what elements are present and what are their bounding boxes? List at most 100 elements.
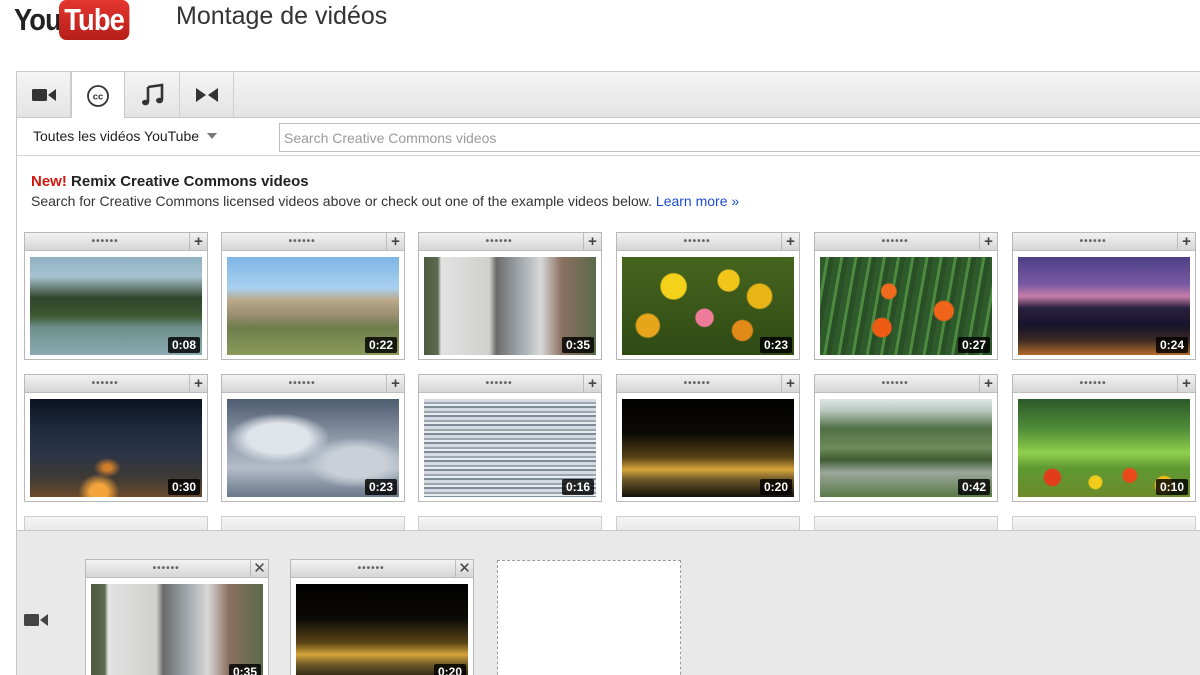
video-thumbnail[interactable]: 0:27	[820, 257, 992, 355]
video-duration: 0:30	[167, 479, 200, 495]
promo-text: Search for Creative Commons licensed vid…	[31, 193, 739, 209]
page-title: Montage de vidéos	[176, 2, 388, 30]
timeline: •••••• ✕ 0:35 •••••• ✕ 0:20	[16, 530, 1200, 675]
drag-handle[interactable]: •••••• +	[25, 233, 207, 251]
logo-tube: Tube	[59, 0, 130, 40]
add-button[interactable]: +	[189, 375, 207, 392]
music-note-icon	[141, 83, 163, 106]
video-thumbnail[interactable]: 0:35	[424, 257, 596, 355]
remove-button[interactable]: ✕	[250, 560, 268, 577]
add-button[interactable]: +	[386, 233, 404, 250]
video-camera-icon	[31, 89, 56, 101]
video-card[interactable]: •••••• + 0:20	[616, 374, 800, 502]
drag-handle[interactable]: •••••• +	[419, 375, 601, 393]
grip-icon: ••••••	[485, 236, 513, 247]
timeline-drop-zone[interactable]	[497, 560, 681, 675]
drag-handle[interactable]: •••••• +	[617, 233, 799, 251]
video-thumbnail[interactable]: 0:20	[622, 399, 794, 497]
video-card[interactable]: •••••• + 0:42	[814, 374, 998, 502]
grip-icon: ••••••	[357, 563, 385, 574]
drag-handle[interactable]: •••••• +	[222, 375, 404, 393]
video-thumbnail[interactable]: 0:35	[91, 584, 263, 675]
video-thumbnail[interactable]: 0:08	[30, 257, 202, 355]
drag-handle[interactable]: •••••• +	[1013, 233, 1195, 251]
video-card-partial[interactable]	[616, 516, 800, 530]
add-button[interactable]: +	[386, 375, 404, 392]
video-duration: 0:35	[561, 337, 594, 353]
drag-handle[interactable]: •••••• +	[1013, 375, 1195, 393]
add-button[interactable]: +	[189, 233, 207, 250]
video-duration: 0:22	[364, 337, 397, 353]
add-button[interactable]: +	[979, 375, 997, 392]
timeline-clip[interactable]: •••••• ✕ 0:35	[85, 559, 269, 675]
video-card-partial[interactable]	[814, 516, 998, 530]
video-card[interactable]: •••••• +0:23	[221, 374, 405, 502]
grip-icon: ••••••	[288, 378, 316, 389]
add-button[interactable]: +	[781, 233, 799, 250]
video-thumbnail[interactable]: 0:23	[227, 399, 399, 497]
video-thumbnail[interactable]: 0:16	[424, 399, 596, 497]
video-thumbnail[interactable]: 0:20	[296, 584, 468, 675]
video-duration: 0:27	[957, 337, 990, 353]
video-card-partial[interactable]	[221, 516, 405, 530]
youtube-logo[interactable]: You Tube	[14, 0, 139, 40]
tab-transitions[interactable]	[180, 72, 234, 118]
video-duration: 0:20	[433, 664, 466, 675]
remove-button[interactable]: ✕	[455, 560, 473, 577]
video-card[interactable]: •••••• + 0:24	[1012, 232, 1196, 360]
caret-down-icon	[207, 133, 218, 139]
video-card[interactable]: •••••• + 0:16	[418, 374, 602, 502]
video-card[interactable]: •••••• +0:27	[814, 232, 998, 360]
grip-icon: ••••••	[91, 378, 119, 389]
drag-handle[interactable]: •••••• ✕	[86, 560, 268, 578]
video-card[interactable]: •••••• +0:08	[24, 232, 208, 360]
drag-handle[interactable]: •••••• ✕	[291, 560, 473, 578]
video-thumbnail[interactable]: 0:10	[1018, 399, 1190, 497]
add-button[interactable]: +	[979, 233, 997, 250]
video-card[interactable]: •••••• + 0:22	[221, 232, 405, 360]
tab-music[interactable]	[126, 72, 180, 118]
video-thumbnail[interactable]: 0:42	[820, 399, 992, 497]
video-card[interactable]: •••••• + 0:23	[616, 232, 800, 360]
grip-icon: ••••••	[91, 236, 119, 247]
promo-heading: Remix Creative Commons videos	[71, 173, 309, 190]
source-dropdown[interactable]: Toutes les vidéos YouTube	[33, 128, 218, 144]
add-button[interactable]: +	[781, 375, 799, 392]
learn-more-link[interactable]: Learn more »	[656, 193, 739, 209]
video-card[interactable]: •••••• +0:35	[418, 232, 602, 360]
video-card[interactable]: •••••• +0:10	[1012, 374, 1196, 502]
timeline-clip[interactable]: •••••• ✕ 0:20	[290, 559, 474, 675]
video-duration: 0:35	[228, 664, 261, 675]
video-thumbnail[interactable]: 0:23	[622, 257, 794, 355]
drag-handle[interactable]: •••••• +	[222, 233, 404, 251]
add-button[interactable]: +	[583, 375, 601, 392]
video-card-partial[interactable]	[24, 516, 208, 530]
grip-icon: ••••••	[1079, 378, 1107, 389]
add-button[interactable]: +	[583, 233, 601, 250]
promo-title: New! Remix Creative Commons videos	[31, 173, 739, 190]
video-thumbnail[interactable]: 0:24	[1018, 257, 1190, 355]
drag-handle[interactable]: •••••• +	[815, 233, 997, 251]
video-thumbnail[interactable]: 0:22	[227, 257, 399, 355]
tab-video[interactable]	[17, 72, 71, 118]
add-button[interactable]: +	[1177, 233, 1195, 250]
svg-text:cc: cc	[93, 91, 104, 102]
drag-handle[interactable]: •••••• +	[419, 233, 601, 251]
search-bar: Toutes les vidéos YouTube	[17, 118, 1200, 156]
grip-icon: ••••••	[881, 236, 909, 247]
tab-creative-commons[interactable]: cc	[71, 72, 125, 119]
promo-description: Search for Creative Commons licensed vid…	[31, 193, 653, 209]
video-duration: 0:24	[1155, 337, 1188, 353]
drag-handle[interactable]: •••••• +	[815, 375, 997, 393]
video-card[interactable]: •••••• +0:30	[24, 374, 208, 502]
video-duration: 0:20	[759, 479, 792, 495]
tab-bar: cc	[17, 72, 1200, 119]
add-button[interactable]: +	[1177, 375, 1195, 392]
drag-handle[interactable]: •••••• +	[617, 375, 799, 393]
drag-handle[interactable]: •••••• +	[25, 375, 207, 393]
video-card-partial[interactable]	[418, 516, 602, 530]
video-thumbnail[interactable]: 0:30	[30, 399, 202, 497]
video-card-partial[interactable]	[1012, 516, 1196, 530]
search-input[interactable]	[279, 123, 1200, 152]
source-dropdown-label: Toutes les vidéos YouTube	[33, 128, 200, 144]
